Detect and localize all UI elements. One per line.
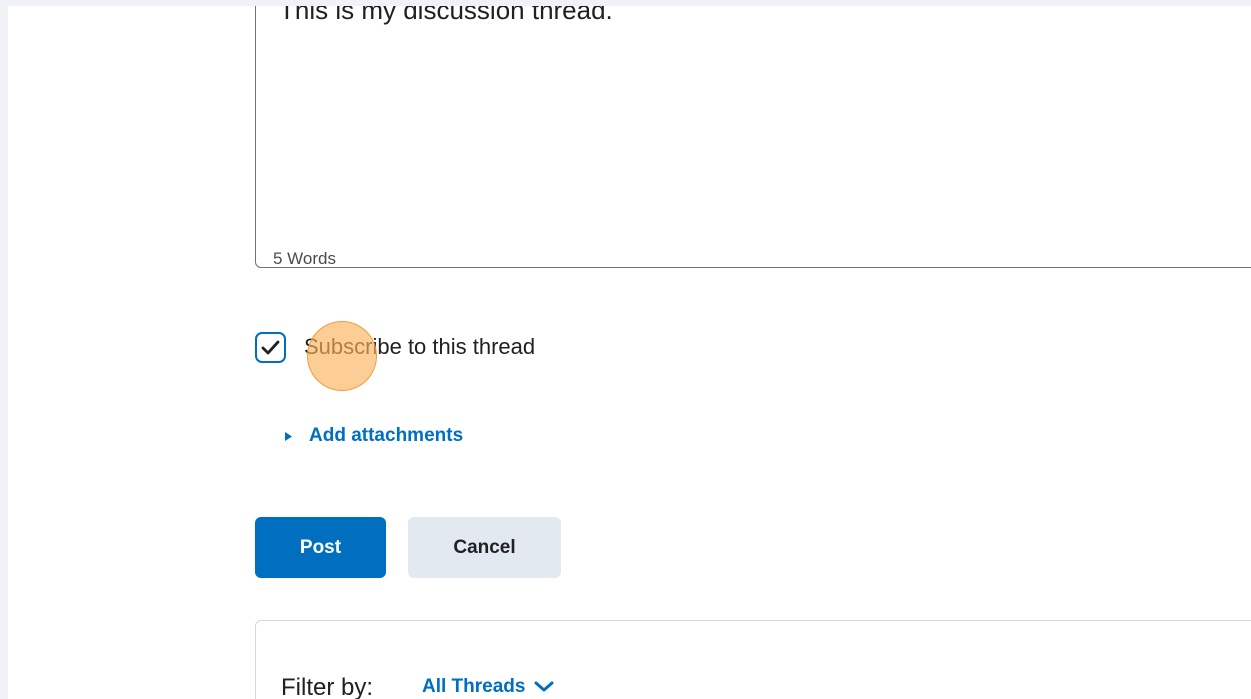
discussion-page: This is my discussion thread. 5 Words Su…	[8, 6, 1251, 699]
subscribe-checkbox[interactable]	[255, 331, 286, 363]
filter-panel: Filter by: All Threads	[255, 620, 1251, 699]
filter-dropdown[interactable]: All Threads	[422, 676, 554, 698]
checkmark-icon	[261, 340, 280, 354]
subscribe-label[interactable]: Subscribe to this thread	[304, 334, 535, 360]
caret-right-icon	[285, 431, 292, 441]
add-attachments-label[interactable]: Add attachments	[309, 425, 463, 447]
word-count: 5 Words	[273, 249, 336, 268]
filter-value[interactable]: All Threads	[422, 676, 525, 698]
chevron-down-icon[interactable]	[534, 681, 554, 693]
thread-body-editor[interactable]: This is my discussion thread. 5 Words	[255, 6, 1251, 268]
cancel-button[interactable]: Cancel	[408, 517, 561, 578]
editor-content[interactable]: This is my discussion thread.	[279, 6, 613, 26]
add-attachments-toggle[interactable]: Add attachments	[284, 425, 463, 447]
subscribe-option[interactable]: Subscribe to this thread	[255, 329, 535, 365]
filter-label: Filter by:	[281, 674, 374, 699]
post-button[interactable]: Post	[255, 517, 386, 578]
